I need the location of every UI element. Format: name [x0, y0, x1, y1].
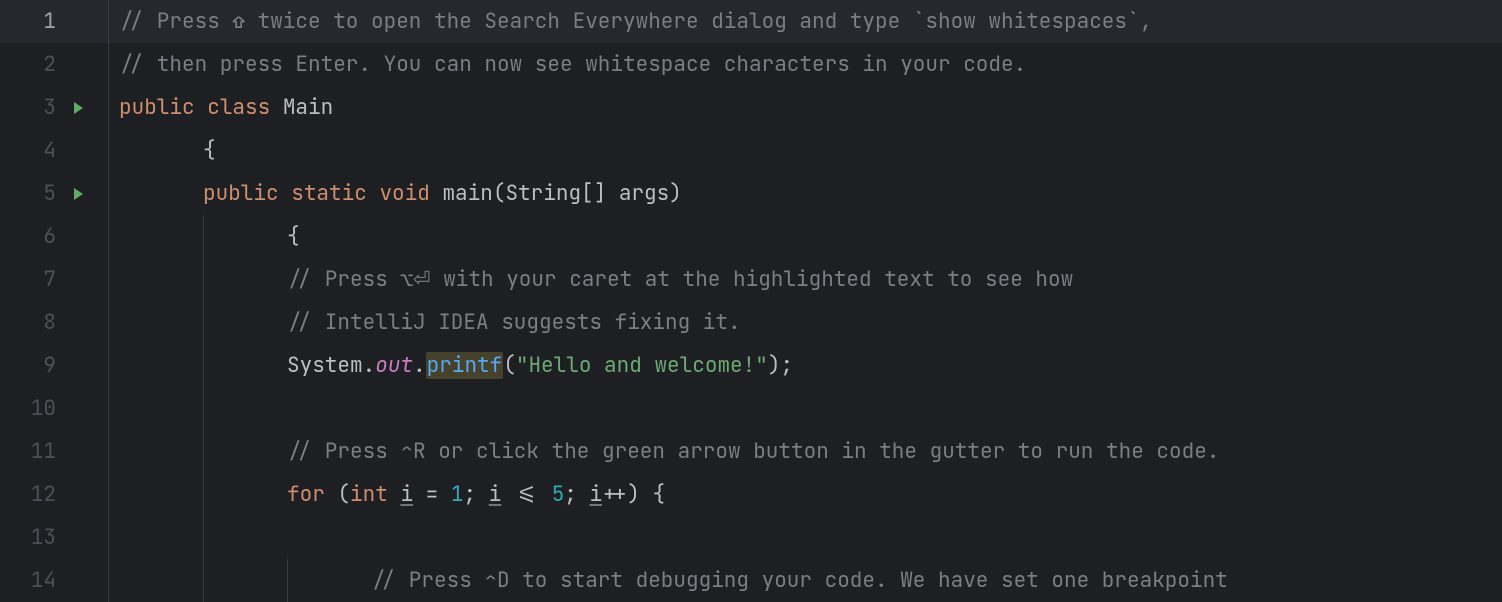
comment-text: // Press ⌃D to start debugging your code… — [371, 567, 1228, 594]
line-number: 5 — [0, 180, 68, 207]
code-line[interactable]: 8 // IntelliJ IDEA suggests fixing it. — [0, 301, 1502, 344]
code-line[interactable]: 6 { — [0, 215, 1502, 258]
run-gutter[interactable] — [68, 100, 108, 116]
line-number: 14 — [0, 567, 68, 594]
line-number: 12 — [0, 481, 68, 508]
comment-text: // Press ⇧ twice to open the Search Ever… — [119, 8, 1152, 35]
keyword: void — [379, 180, 429, 207]
line-number: 13 — [0, 524, 68, 551]
line-number: 7 — [0, 266, 68, 293]
variable: i — [400, 481, 413, 508]
keyword: static — [291, 180, 367, 207]
comment-text: // IntelliJ IDEA suggests fixing it. — [287, 309, 741, 336]
code-line[interactable]: 14 // Press ⌃D to start debugging your c… — [0, 559, 1502, 602]
brace: { — [203, 137, 216, 164]
line-number: 11 — [0, 438, 68, 465]
line-number: 4 — [0, 137, 68, 164]
line-number: 9 — [0, 352, 68, 379]
identifier: System — [287, 352, 363, 379]
code-line[interactable]: 7 // Press ⌥⏎ with your caret at the hig… — [0, 258, 1502, 301]
comment-text: // Press ⌥⏎ with your caret at the highl… — [287, 266, 1073, 293]
string-literal: "Hello and welcome!" — [516, 352, 768, 379]
keyword: for — [287, 481, 325, 508]
line-number: 6 — [0, 223, 68, 250]
run-icon[interactable] — [70, 100, 86, 116]
code-editor[interactable]: 1 // Press ⇧ twice to open the Search Ev… — [0, 0, 1502, 602]
variable: i — [489, 481, 502, 508]
code-line[interactable]: 3 public class Main — [0, 86, 1502, 129]
comment-text: // then press Enter. You can now see whi… — [119, 51, 1026, 78]
line-number: 3 — [0, 94, 68, 121]
code-line[interactable]: 9 System.out.printf("Hello and welcome!"… — [0, 344, 1502, 387]
method-name: main — [442, 180, 492, 207]
code-line[interactable]: 11 // Press ⌃R or click the green arrow … — [0, 430, 1502, 473]
brace: { — [287, 223, 300, 250]
keyword: int — [350, 481, 388, 508]
keyword: class — [207, 94, 270, 121]
code-line[interactable]: 12 for (int i = 1; i <= 5; i++) { — [0, 473, 1502, 516]
number-literal: 1 — [451, 481, 464, 508]
code-line[interactable]: 1 // Press ⇧ twice to open the Search Ev… — [0, 0, 1502, 43]
run-icon[interactable] — [70, 186, 86, 202]
line-number: 2 — [0, 51, 68, 78]
method-call-warning: printf — [426, 352, 504, 379]
keyword: public — [203, 180, 279, 207]
code-line[interactable]: 4 { — [0, 129, 1502, 172]
line-number: 1 — [0, 8, 68, 35]
variable: i — [590, 481, 603, 508]
static-field: out — [375, 352, 413, 379]
line-number: 8 — [0, 309, 68, 336]
keyword: public — [119, 94, 195, 121]
code-line[interactable]: 13 — [0, 516, 1502, 559]
run-gutter[interactable] — [68, 186, 108, 202]
code-line[interactable]: 10 — [0, 387, 1502, 430]
code-line[interactable]: 2 // then press Enter. You can now see w… — [0, 43, 1502, 86]
method-signature: (String[] args) — [493, 180, 682, 207]
class-name: Main — [283, 94, 333, 121]
number-literal: 5 — [552, 481, 565, 508]
comment-text: // Press ⌃R or click the green arrow but… — [287, 438, 1219, 465]
code-line[interactable]: 5 public static void main(String[] args) — [0, 172, 1502, 215]
line-number: 10 — [0, 395, 68, 422]
